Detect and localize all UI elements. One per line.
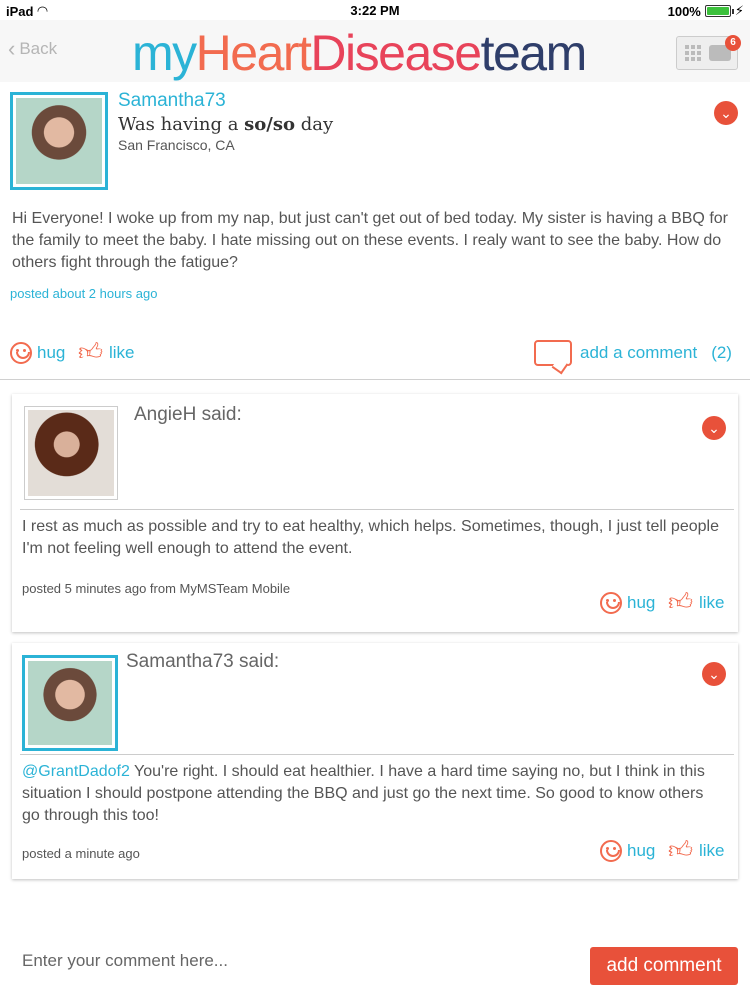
add-comment-label: add a comment xyxy=(580,343,698,362)
hug-label: hug xyxy=(627,593,656,612)
like-button[interactable]: 👍︎ like xyxy=(668,590,725,616)
main-post: Samantha73 Was having a so/so day San Fr… xyxy=(0,82,750,380)
comment-card: AngieH said: ⌄ I rest as much as possibl… xyxy=(12,394,738,632)
mood-suffix: day xyxy=(295,114,334,135)
thumbs-up-icon: 👍︎ xyxy=(668,837,694,864)
post-location: San Francisco, CA xyxy=(118,137,235,153)
comment-text: @GrantDadof2 You're right. I should eat … xyxy=(22,761,722,827)
battery-icon xyxy=(704,5,734,17)
comment-author: AngieH said: xyxy=(134,404,242,425)
avatar[interactable] xyxy=(22,655,118,751)
smile-icon xyxy=(600,840,622,862)
like-button[interactable]: 👍︎ like xyxy=(78,340,135,366)
logo-heart: Heart xyxy=(195,25,312,81)
comment-author: Samantha73 said: xyxy=(126,651,280,672)
status-time: 3:22 PM xyxy=(350,3,400,18)
post-options-button[interactable]: ⌄ xyxy=(714,101,738,125)
post-timestamp: posted about 2 hours ago xyxy=(10,286,158,301)
comment-card: Samantha73 said: ⌄ @GrantDadof2 You're r… xyxy=(12,643,738,879)
status-right: 100% ⚡ xyxy=(668,3,744,19)
smile-icon xyxy=(600,592,622,614)
like-button[interactable]: 👍︎ like xyxy=(668,838,725,864)
like-label: like xyxy=(109,343,135,362)
post-username[interactable]: Samantha73 xyxy=(118,90,226,112)
logo-disease: Disease xyxy=(310,25,482,81)
comment-timestamp: posted 5 minutes ago from MyMSTeam Mobil… xyxy=(22,581,291,596)
comment-timestamp: posted a minute ago xyxy=(22,846,140,861)
speech-bubble-icon xyxy=(534,340,572,366)
hug-label: hug xyxy=(627,841,656,860)
menu-button[interactable]: 6 xyxy=(676,35,741,70)
mood-prefix: Was having a xyxy=(118,114,245,135)
add-comment-button[interactable]: add comment xyxy=(590,947,738,985)
like-label: like xyxy=(699,593,725,612)
post-text: Hi Everyone! I woke up from my nap, but … xyxy=(12,210,728,271)
smile-icon xyxy=(10,342,32,364)
comment-options-button[interactable]: ⌄ xyxy=(702,416,726,440)
chevron-down-icon: ⌄ xyxy=(708,420,720,436)
thumbs-up-icon: 👍︎ xyxy=(78,339,104,366)
hug-label: hug xyxy=(37,343,66,362)
divider xyxy=(20,509,734,510)
back-button[interactable]: ‹ Back xyxy=(8,38,57,60)
thumbs-up-icon: 👍︎ xyxy=(668,589,694,616)
like-label: like xyxy=(699,841,725,860)
back-label: Back xyxy=(19,39,58,58)
mood-value: so/so xyxy=(244,114,296,135)
post-mood: Was having a so/so day xyxy=(118,114,333,135)
battery-percent: 100% xyxy=(667,3,701,19)
chevron-down-icon: ⌄ xyxy=(720,105,732,121)
logo-team: team xyxy=(480,25,588,81)
hug-button[interactable]: hug xyxy=(600,592,655,614)
user-mention-link[interactable]: @GrantDadof2 xyxy=(22,763,130,780)
divider xyxy=(20,754,734,755)
hug-button[interactable]: hug xyxy=(10,342,65,364)
charging-icon: ⚡ xyxy=(734,3,744,18)
comment-input[interactable] xyxy=(10,944,580,978)
chevron-down-icon: ⌄ xyxy=(708,666,720,682)
comment-options-button[interactable]: ⌄ xyxy=(702,662,726,686)
logo-my: my xyxy=(132,25,197,81)
avatar[interactable] xyxy=(24,406,118,500)
notification-badge: 6 xyxy=(725,35,741,51)
avatar[interactable] xyxy=(10,92,108,190)
app-logo: myHeartDiseaseteam xyxy=(132,24,588,82)
status-bar: iPad ◠ 3:22 PM 100% ⚡ xyxy=(0,0,750,20)
add-comment-link[interactable]: add a comment (2) xyxy=(534,340,732,366)
app-header: ‹ Back myHeartDiseaseteam 6 xyxy=(0,20,750,82)
comment-text: I rest as much as possible and try to ea… xyxy=(22,518,719,557)
hug-button[interactable]: hug xyxy=(600,840,655,862)
comment-count: (2) xyxy=(711,343,732,362)
grid-icon xyxy=(685,45,703,61)
chevron-left-icon: ‹ xyxy=(8,36,16,61)
